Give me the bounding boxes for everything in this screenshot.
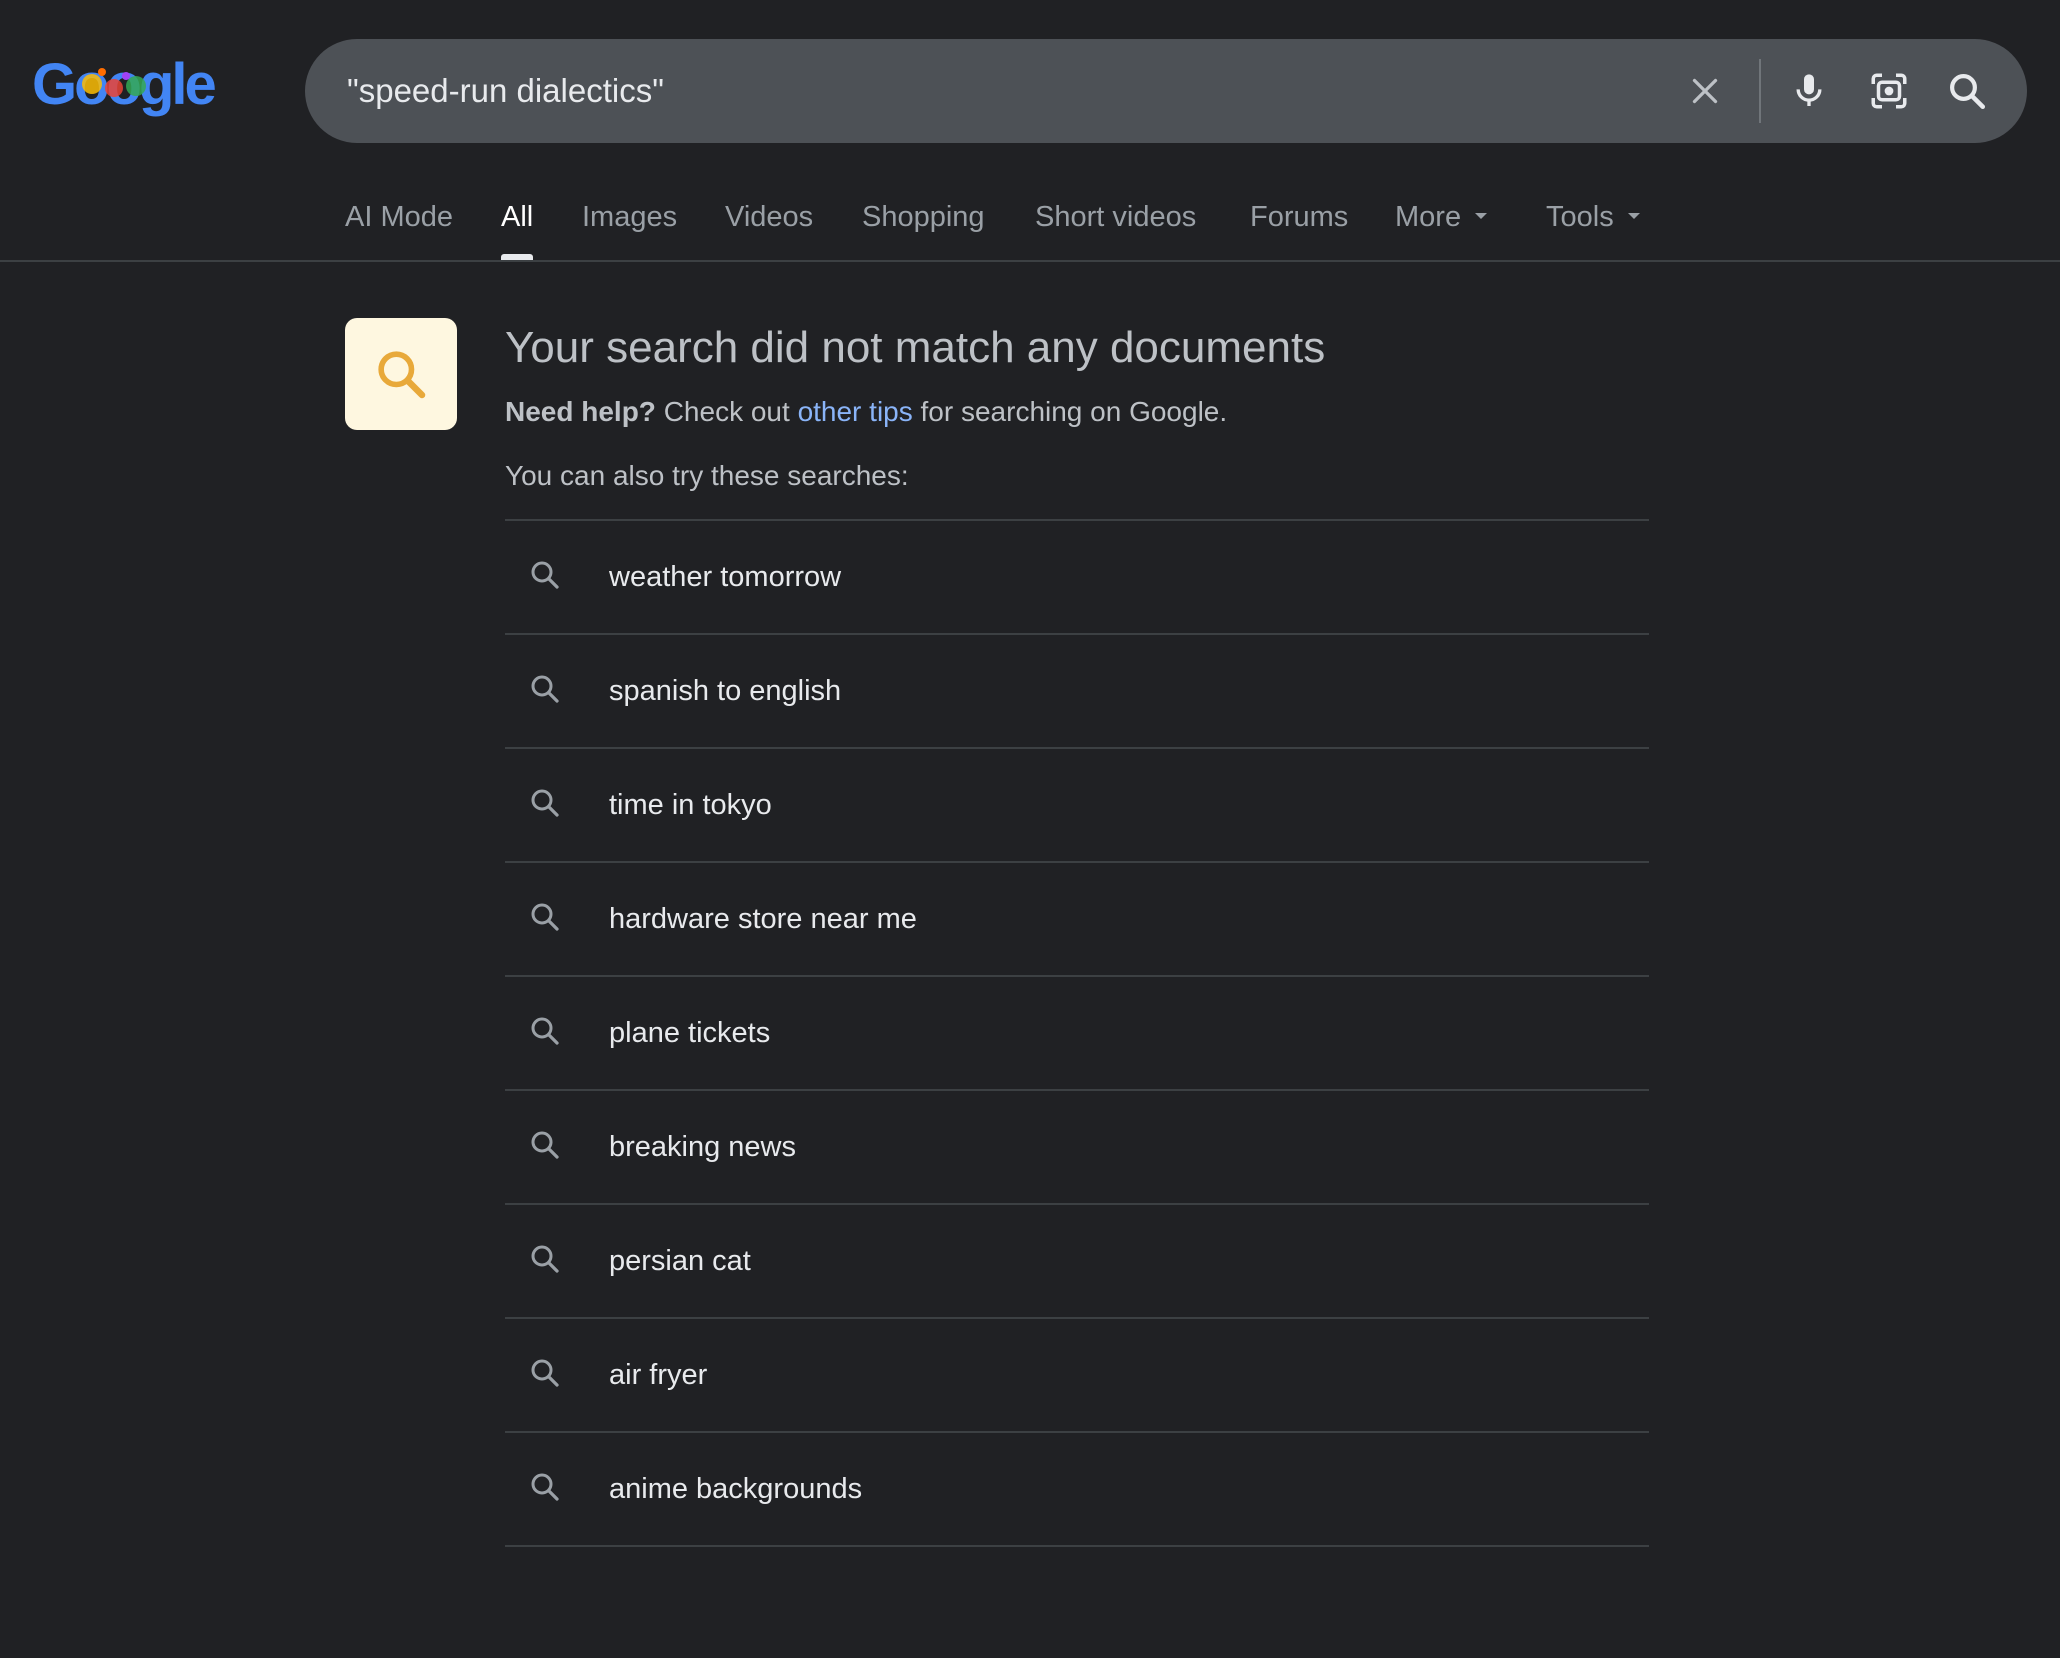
search-icon [531, 789, 559, 817]
list-item[interactable]: plane tickets [505, 977, 1649, 1091]
google-logo[interactable]: Google [32, 50, 218, 122]
help-pre: Check out [663, 396, 790, 427]
tab-videos[interactable]: Videos [725, 190, 813, 260]
tab-ai-mode[interactable]: AI Mode [345, 190, 453, 260]
suggestion-text: weather tomorrow [609, 561, 842, 593]
search-box[interactable]: "speed-run dialectics" [305, 39, 2027, 143]
suggestion-text: persian cat [609, 1245, 751, 1277]
other-tips-link[interactable]: other tips [798, 396, 913, 427]
search-icon [531, 675, 559, 703]
tab-more-label: More [1395, 201, 1462, 233]
list-item[interactable]: time in tokyo [505, 749, 1649, 863]
suggestion-text: air fryer [609, 1359, 708, 1391]
voice-search-button[interactable] [1783, 65, 1835, 117]
lens-search-button[interactable] [1863, 65, 1915, 117]
microphone-icon [1796, 74, 1822, 106]
tab-forums[interactable]: Forums [1250, 190, 1348, 260]
suggestion-text: anime backgrounds [609, 1473, 863, 1505]
tab-shopping[interactable]: Shopping [862, 190, 985, 260]
list-item[interactable]: spanish to english [505, 635, 1649, 749]
try-searches-label: You can also try these searches: [505, 460, 909, 491]
search-icon [531, 1245, 559, 1273]
help-text: Need help? Check out other tips for sear… [505, 390, 1227, 434]
no-results-title: Your search did not match any documents [505, 323, 1326, 372]
chevron-down-icon [1627, 213, 1640, 220]
suggestion-text: spanish to english [609, 675, 842, 707]
suggested-searches: weather tomorrow spanish to english time… [505, 519, 1649, 1547]
suggestion-text: time in tokyo [609, 789, 772, 821]
list-item[interactable]: persian cat [505, 1205, 1649, 1319]
search-icon [531, 903, 559, 931]
list-item[interactable]: air fryer [505, 1319, 1649, 1433]
search-tabs: AI Mode All Images Videos Shopping Short… [0, 190, 2060, 260]
no-results-icon-tile [345, 318, 457, 430]
header: Google "speed-run dialectics" AI Mode Al… [0, 0, 2060, 262]
list-item[interactable]: anime backgrounds [505, 1433, 1649, 1547]
tab-more[interactable]: More [1395, 190, 1488, 260]
list-item[interactable]: weather tomorrow [505, 521, 1649, 635]
search-icon [531, 1359, 559, 1387]
search-button[interactable] [1941, 65, 1993, 117]
chevron-down-icon [1475, 213, 1488, 220]
suggestion-text: plane tickets [609, 1017, 771, 1049]
help-post: for searching on Google. [920, 396, 1228, 427]
close-icon [1692, 78, 1718, 104]
search-input[interactable]: "speed-run dialectics" [347, 39, 664, 143]
search-icon [531, 1473, 559, 1501]
camera-lens-icon [1871, 73, 1907, 109]
suggestion-text: breaking news [609, 1131, 796, 1163]
search-icon [531, 561, 559, 589]
search-icon [531, 1017, 559, 1045]
list-item[interactable]: breaking news [505, 1091, 1649, 1205]
tab-short-videos[interactable]: Short videos [1035, 190, 1196, 260]
tab-tools-label: Tools [1546, 201, 1614, 233]
search-divider [1759, 59, 1761, 123]
tab-all[interactable]: All [501, 190, 534, 260]
suggestion-text: hardware store near me [609, 903, 917, 935]
search-icon [378, 351, 426, 399]
list-item[interactable]: hardware store near me [505, 863, 1649, 977]
google-logo-text: Google [32, 52, 216, 117]
search-icon [1950, 74, 1986, 110]
tab-tools[interactable]: Tools [1546, 190, 1640, 260]
tab-images[interactable]: Images [582, 190, 677, 260]
search-icon [531, 1131, 559, 1159]
clear-button[interactable] [1679, 65, 1731, 117]
help-bold: Need help? [505, 396, 656, 427]
